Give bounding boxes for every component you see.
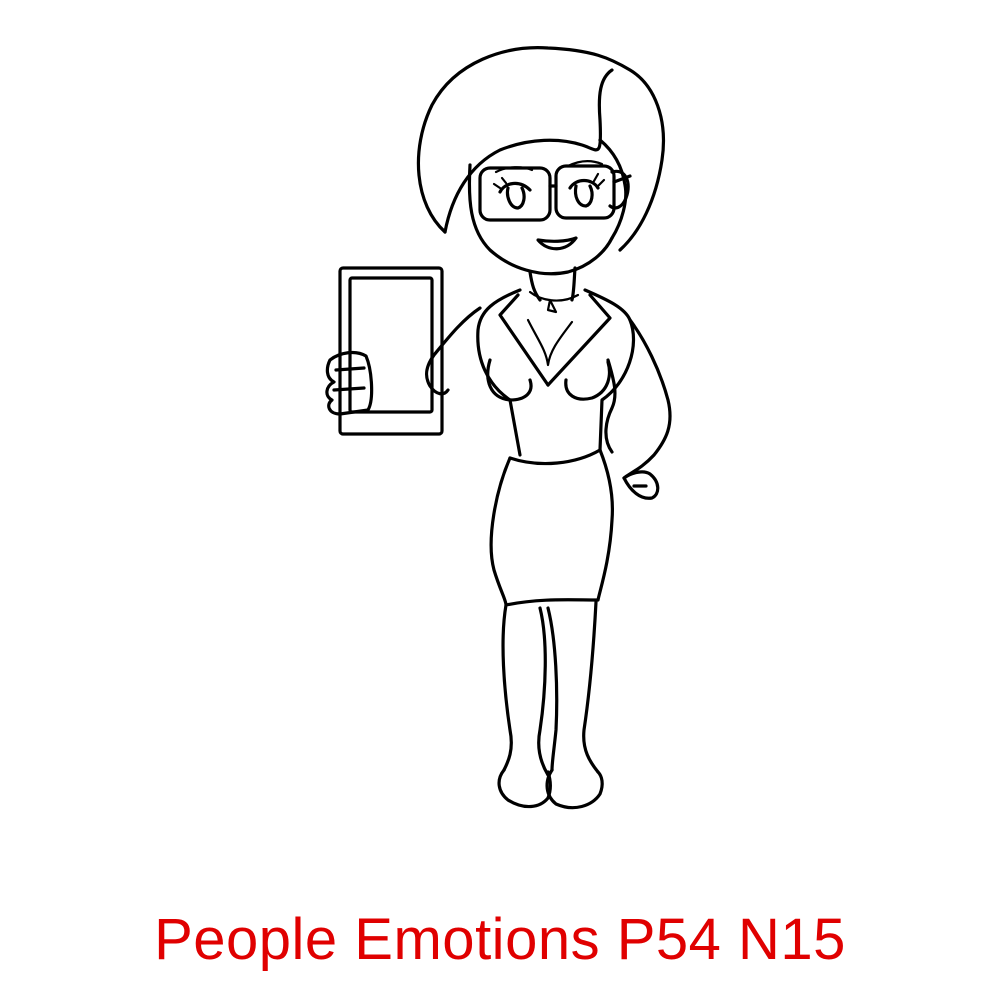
right-shoe (545, 768, 604, 810)
left-arm (424, 306, 482, 396)
bust-right (564, 360, 612, 401)
left-leg (501, 603, 550, 777)
skirt-outline (489, 448, 614, 607)
glasses-right-lens (554, 164, 616, 220)
right-leg (546, 600, 600, 774)
left-shoe (497, 768, 552, 809)
left-eye (498, 181, 532, 210)
skirt-waistband (508, 448, 602, 466)
collar-left (498, 293, 550, 387)
right-arm (622, 318, 672, 480)
mouth (536, 236, 578, 251)
right-hand (622, 470, 660, 500)
right-eye (568, 178, 600, 208)
bust-left (486, 358, 533, 402)
page-caption: People Emotions P54 N15 (154, 907, 846, 972)
coloring-page: People Emotions P54 N15 (0, 0, 1000, 1000)
tablet-outer (338, 266, 444, 436)
woman-with-tablet-illustration (0, 0, 1000, 880)
line-art-svg (325, 46, 672, 810)
collar-right (546, 293, 612, 387)
glasses-left-lens (478, 166, 552, 222)
neckline (526, 318, 574, 367)
tablet-screen (348, 276, 434, 414)
right-arm-inner (604, 358, 617, 454)
